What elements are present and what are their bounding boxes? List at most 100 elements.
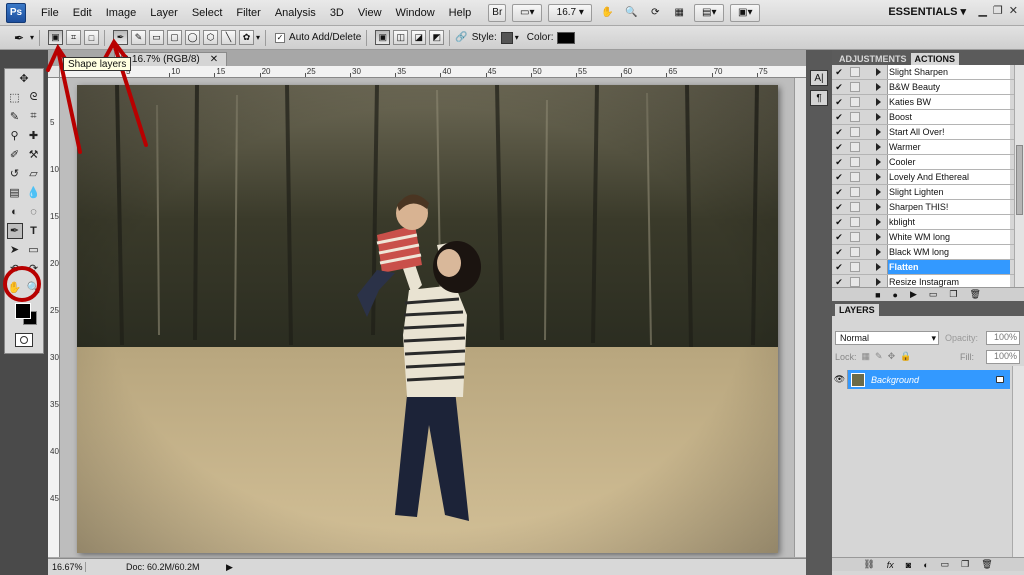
screen-mode-button[interactable]: ▣▾ xyxy=(730,3,761,22)
adjustment-layer-icon[interactable]: ◐ xyxy=(923,560,928,570)
expand-triangle-icon[interactable] xyxy=(876,218,881,226)
new-group-icon[interactable]: ▭ xyxy=(941,559,950,570)
action-item[interactable]: ✔ Start All Over! xyxy=(832,125,1024,140)
lock-image-icon[interactable]: ✎ xyxy=(875,351,883,362)
photo-canvas[interactable] xyxy=(77,85,778,553)
check-icon[interactable]: ✔ xyxy=(832,262,846,273)
hand-tool-icon[interactable]: ✋ xyxy=(598,4,616,22)
eye-icon[interactable]: 👁 xyxy=(832,370,848,389)
menu-item-edit[interactable]: Edit xyxy=(66,7,99,19)
check-icon[interactable]: ✔ xyxy=(832,277,846,288)
pen-tool-preset-icon[interactable]: ✒ xyxy=(8,31,30,45)
menu-item-analysis[interactable]: Analysis xyxy=(268,7,323,19)
menu-item-filter[interactable]: Filter xyxy=(229,7,267,19)
lock-transparency-icon[interactable]: ▦ xyxy=(862,351,871,362)
dialog-toggle[interactable] xyxy=(850,247,860,257)
dialog-toggle[interactable] xyxy=(850,262,860,272)
link-layers-icon[interactable]: ⛓ xyxy=(863,559,874,570)
check-icon[interactable]: ✔ xyxy=(832,247,846,258)
dialog-toggle[interactable] xyxy=(850,277,860,287)
path-subtract-button[interactable]: ◫ xyxy=(393,30,409,45)
new-action-icon[interactable]: ❐ xyxy=(949,289,957,300)
history-brush-icon[interactable]: ↺ xyxy=(7,166,23,182)
path-exclude-button[interactable]: ◩ xyxy=(429,30,445,45)
path-intersect-button[interactable]: ◪ xyxy=(411,30,427,45)
layer-mask-icon[interactable]: ◙ xyxy=(906,560,911,570)
expand-triangle-icon[interactable] xyxy=(876,98,881,106)
status-zoom[interactable]: 16.67% xyxy=(48,562,86,572)
zoom-tool-icon[interactable]: 🔍 xyxy=(622,4,640,22)
action-item[interactable]: ✔ Flatten xyxy=(832,260,1024,275)
quick-mask-button[interactable] xyxy=(15,333,33,347)
expand-triangle-icon[interactable] xyxy=(876,188,881,196)
restore-icon[interactable]: ❐ xyxy=(993,4,1003,17)
color-swatch[interactable] xyxy=(557,31,576,44)
actions-scrollbar[interactable] xyxy=(1014,65,1024,287)
workspace-switcher[interactable]: ESSENTIALS ▾ xyxy=(888,5,966,18)
ruler-corner[interactable] xyxy=(48,66,60,78)
new-set-icon[interactable]: ▭ xyxy=(929,289,938,300)
record-icon[interactable]: ● xyxy=(893,290,898,300)
tab-adjustments[interactable]: ADJUSTMENTS xyxy=(835,53,911,65)
dodge-tool-icon[interactable]: ◐ xyxy=(7,204,23,220)
close-icon[interactable]: ✕ xyxy=(210,54,218,65)
character-panel-icon[interactable]: A| xyxy=(810,70,828,86)
check-icon[interactable]: ✔ xyxy=(832,157,846,168)
menu-item-view[interactable]: View xyxy=(351,7,389,19)
gradient-tool-icon[interactable]: ▤ xyxy=(7,185,23,201)
dialog-toggle[interactable] xyxy=(850,142,860,152)
expand-triangle-icon[interactable] xyxy=(876,158,881,166)
expand-triangle-icon[interactable] xyxy=(876,203,881,211)
tab-actions[interactable]: ACTIONS xyxy=(910,53,960,65)
check-icon[interactable]: ✔ xyxy=(832,127,846,138)
arrange-documents-button[interactable]: ▤▾ xyxy=(694,3,725,22)
style-picker[interactable] xyxy=(500,31,513,44)
polygon-tool-button[interactable]: ⬡ xyxy=(203,30,219,45)
dialog-toggle[interactable] xyxy=(850,232,860,242)
paragraph-panel-icon[interactable]: ¶ xyxy=(810,90,828,106)
shape-tool-icon[interactable]: ▭ xyxy=(26,242,42,258)
line-tool-button[interactable]: ╲ xyxy=(221,30,237,45)
freeform-pen-button[interactable]: ✎ xyxy=(131,30,147,45)
dialog-toggle[interactable] xyxy=(850,187,860,197)
lock-all-icon[interactable]: 🔒 xyxy=(900,351,911,362)
3d-orbit-icon[interactable]: ⟳ xyxy=(26,261,42,277)
bridge-button[interactable]: Br xyxy=(488,3,507,22)
clone-stamp-icon[interactable]: ⚒ xyxy=(26,147,42,163)
action-item[interactable]: ✔ Lovely And Ethereal xyxy=(832,170,1024,185)
check-icon[interactable]: ✔ xyxy=(832,67,846,78)
dialog-toggle[interactable] xyxy=(850,82,860,92)
path-select-icon[interactable]: ➤ xyxy=(7,242,23,258)
trash-icon[interactable]: 🗑 xyxy=(981,559,992,570)
menu-item-image[interactable]: Image xyxy=(99,7,144,19)
close-icon[interactable]: ✕ xyxy=(1009,4,1018,17)
pen-tool-icon[interactable]: ✒ xyxy=(6,222,23,239)
move-tool-icon[interactable]: ✥ xyxy=(16,71,32,87)
menu-item-file[interactable]: File xyxy=(34,7,66,19)
rectangle-tool-button[interactable]: ▭ xyxy=(149,30,165,45)
layer-row-background[interactable]: 👁 Background xyxy=(832,370,1010,389)
action-item[interactable]: ✔ Slight Lighten xyxy=(832,185,1024,200)
blend-mode-select[interactable]: Normal ▾ xyxy=(835,331,939,345)
paths-button[interactable]: ⌗ xyxy=(66,30,82,45)
action-item[interactable]: ✔ B&W Beauty xyxy=(832,80,1024,95)
dialog-toggle[interactable] xyxy=(850,67,860,77)
chevron-down-icon[interactable]: ▾ xyxy=(515,33,519,42)
vertical-scrollbar[interactable] xyxy=(794,78,806,557)
custom-shape-button[interactable]: ✿ xyxy=(239,30,255,45)
check-icon[interactable]: ✔ xyxy=(832,187,846,198)
chevron-down-icon[interactable]: ▾ xyxy=(256,33,260,42)
auto-add-delete-checkbox[interactable]: ✓ xyxy=(275,32,286,43)
expand-triangle-icon[interactable] xyxy=(876,128,881,136)
rounded-rectangle-button[interactable]: ▢ xyxy=(167,30,183,45)
ruler-tool-icon[interactable]: ▦ xyxy=(670,4,688,22)
menu-item-3d[interactable]: 3D xyxy=(323,7,351,19)
check-icon[interactable]: ✔ xyxy=(832,172,846,183)
expand-triangle-icon[interactable] xyxy=(876,83,881,91)
stop-icon[interactable]: ■ xyxy=(875,290,880,300)
action-item[interactable]: ✔ Katies BW xyxy=(832,95,1024,110)
expand-triangle-icon[interactable] xyxy=(876,233,881,241)
menu-item-help[interactable]: Help xyxy=(442,7,479,19)
vertical-ruler[interactable]: 5 10 15 20 25 30 35 40 45 xyxy=(48,78,60,557)
pen-tool-button[interactable]: ✒ xyxy=(113,30,129,45)
